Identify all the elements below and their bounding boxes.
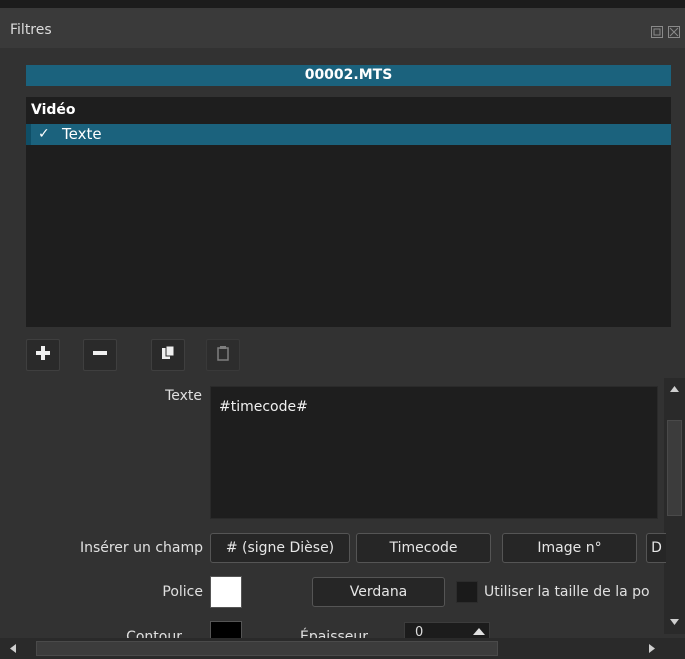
- add-filter-button[interactable]: [26, 339, 60, 371]
- copy-icon: [160, 345, 176, 365]
- scroll-corner: [664, 638, 685, 659]
- paste-icon: [215, 345, 231, 365]
- filter-list-item[interactable]: ✓ Texte: [26, 124, 671, 145]
- scroll-right-icon[interactable]: [644, 641, 659, 656]
- minus-icon: [92, 345, 108, 365]
- plus-icon: [35, 345, 51, 365]
- font-size-checkbox-label: Utiliser la taille de la po: [484, 584, 650, 600]
- close-icon[interactable]: [667, 25, 681, 39]
- font-select-button[interactable]: Verdana: [312, 577, 445, 607]
- scroll-up-icon[interactable]: [667, 382, 682, 397]
- font-label: Police: [162, 584, 203, 600]
- outline-label: Contour: [126, 629, 182, 638]
- clip-name-bar: 00002.MTS: [26, 65, 671, 86]
- filter-list[interactable]: Vidéo ✓ Texte: [26, 97, 671, 327]
- filter-toolbar: [26, 339, 276, 371]
- paste-filters-button[interactable]: [206, 339, 240, 371]
- insert-field-label: Insérer un champ: [79, 540, 203, 556]
- vertical-scroll-thumb[interactable]: [667, 420, 682, 516]
- insert-hash-button[interactable]: # (signe Dièse): [210, 533, 350, 563]
- float-icon[interactable]: [650, 25, 664, 39]
- horizontal-scroll-thumb[interactable]: [36, 641, 498, 656]
- insert-frame-number-button[interactable]: Image n°: [502, 533, 637, 563]
- insert-timecode-button[interactable]: Timecode: [356, 533, 491, 563]
- scroll-left-icon[interactable]: [6, 641, 21, 656]
- filter-category-heading: Vidéo: [31, 102, 76, 118]
- text-color-swatch[interactable]: [210, 576, 242, 608]
- thickness-label: Épaisseur: [300, 629, 369, 638]
- top-strip: [0, 0, 685, 8]
- text-input-value: #timecode#: [219, 399, 308, 415]
- font-size-checkbox[interactable]: [456, 581, 478, 603]
- row-selection-edge: [26, 124, 31, 145]
- copy-filters-button[interactable]: [151, 339, 185, 371]
- horizontal-scrollbar[interactable]: [0, 638, 664, 659]
- remove-filter-button[interactable]: [83, 339, 117, 371]
- vertical-scrollbar[interactable]: [664, 378, 685, 634]
- clipped-row-outline: Contour Épaisseur: [0, 612, 664, 638]
- panel-title: Filtres: [10, 22, 52, 38]
- text-input[interactable]: #timecode#: [210, 386, 658, 519]
- filter-item-label: Texte: [62, 125, 102, 143]
- panel-title-bar: Filtres: [0, 8, 685, 48]
- scroll-down-icon[interactable]: [667, 614, 682, 629]
- insert-more-button[interactable]: D: [646, 533, 666, 563]
- filter-enabled-check[interactable]: ✓: [38, 124, 50, 145]
- text-label: Texte: [165, 388, 202, 404]
- outline-color-swatch[interactable]: [210, 621, 242, 638]
